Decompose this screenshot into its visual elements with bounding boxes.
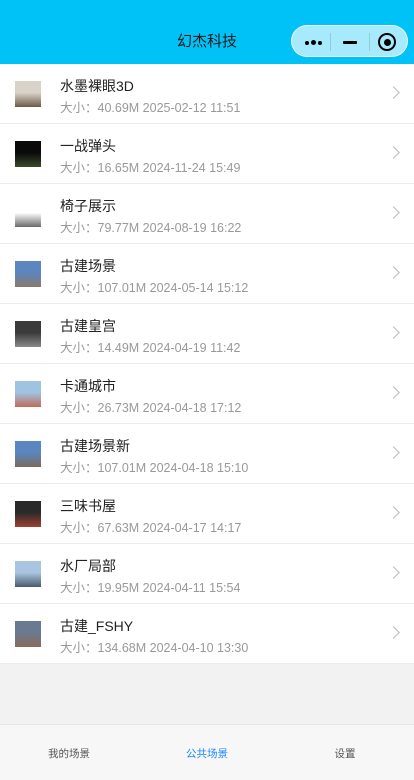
- scene-thumbnail: [15, 381, 41, 407]
- scene-meta: 大小：26.73M 2024-04-18 17:12: [60, 401, 242, 415]
- scene-meta: 大小：14.49M 2024-04-19 11:42: [60, 341, 241, 355]
- chevron-right-icon: [387, 326, 400, 339]
- scene-title: 三味书屋: [60, 498, 116, 514]
- scene-title: 卡通城市: [60, 378, 116, 394]
- nav-bar: 幻杰科技: [0, 0, 414, 64]
- list-item[interactable]: 古建场景新大小：107.01M 2024-04-18 15:10: [0, 424, 414, 484]
- scene-title: 水厂局部: [60, 558, 116, 574]
- tab-bar: 我的场景 公共场景 设置: [0, 724, 414, 780]
- more-dots-icon[interactable]: [294, 26, 332, 58]
- scene-thumbnail: [15, 261, 41, 287]
- scene-list: 水墨裸眼3D 大小：40.69M 2025-02-12 11:51 一战弹头大小：1…: [0, 64, 414, 664]
- scene-meta: 大小：79.77M 2024-08-19 16:22: [60, 221, 242, 235]
- list-item[interactable]: 水厂局部大小：19.95M 2024-04-11 15:54: [0, 544, 414, 604]
- chevron-right-icon: [387, 506, 400, 519]
- mini-program-capsule: [291, 25, 408, 57]
- chevron-right-icon: [387, 446, 400, 459]
- chevron-right-icon: [387, 146, 400, 159]
- list-item[interactable]: 古建皇宫大小：14.49M 2024-04-19 11:42: [0, 304, 414, 364]
- chevron-right-icon: [387, 266, 400, 279]
- chevron-right-icon: [387, 206, 400, 219]
- chevron-right-icon: [387, 566, 400, 579]
- scene-meta: 大小：107.01M 2024-04-18 15:10: [60, 461, 249, 475]
- chevron-right-icon: [387, 86, 400, 99]
- scene-meta: 大小：134.68M 2024-04-10 13:30: [60, 641, 249, 655]
- scene-thumbnail: [15, 441, 41, 467]
- scene-title: 一战弹头: [60, 138, 116, 154]
- scene-thumbnail: [15, 201, 41, 227]
- list-item[interactable]: 三味书屋大小：67.63M 2024-04-17 14:17: [0, 484, 414, 544]
- scene-title: 古建场景新: [60, 438, 130, 454]
- target-close-icon[interactable]: [370, 26, 408, 58]
- scene-title: 古建皇宫: [60, 318, 116, 334]
- list-item[interactable]: 一战弹头大小：16.65M 2024-11-24 15:49: [0, 124, 414, 184]
- list-item[interactable]: 卡通城市大小：26.73M 2024-04-18 17:12: [0, 364, 414, 424]
- scene-thumbnail: [15, 561, 41, 587]
- scene-meta: 大小：19.95M 2024-04-11 15:54: [60, 581, 241, 595]
- list-item[interactable]: 古建_FSHY 大小：134.68M 2024-04-10 13:30: [0, 604, 414, 664]
- scene-meta: 大小：67.63M 2024-04-17 14:17: [60, 521, 242, 535]
- list-item[interactable]: 水墨裸眼3D 大小：40.69M 2025-02-12 11:51: [0, 64, 414, 124]
- scene-thumbnail: [15, 81, 41, 107]
- scene-title: 古建场景: [60, 258, 116, 274]
- list-item[interactable]: 椅子展示大小：79.77M 2024-08-19 16:22: [0, 184, 414, 244]
- scene-thumbnail: [15, 321, 41, 347]
- chevron-right-icon: [387, 626, 400, 639]
- tab-my-scenes[interactable]: 我的场景: [0, 725, 138, 780]
- chevron-right-icon: [387, 386, 400, 399]
- scene-title: 椅子展示: [60, 198, 116, 214]
- scene-title: 古建_FSHY: [60, 618, 134, 634]
- scene-meta: 大小：16.65M 2024-11-24 15:49: [60, 161, 241, 175]
- scene-thumbnail: [15, 621, 41, 647]
- scene-meta: 大小：107.01M 2024-05-14 15:12: [60, 281, 249, 295]
- tab-settings[interactable]: 设置: [276, 725, 414, 780]
- list-item[interactable]: 古建场景大小：107.01M 2024-05-14 15:12: [0, 244, 414, 304]
- scene-thumbnail: [15, 141, 41, 167]
- scene-thumbnail: [15, 501, 41, 527]
- scene-meta: 大小：40.69M 2025-02-12 11:51: [60, 101, 241, 115]
- scene-title: 水墨裸眼3D: [60, 78, 134, 94]
- tab-public-scenes[interactable]: 公共场景: [138, 725, 276, 780]
- minimize-icon[interactable]: [332, 26, 370, 58]
